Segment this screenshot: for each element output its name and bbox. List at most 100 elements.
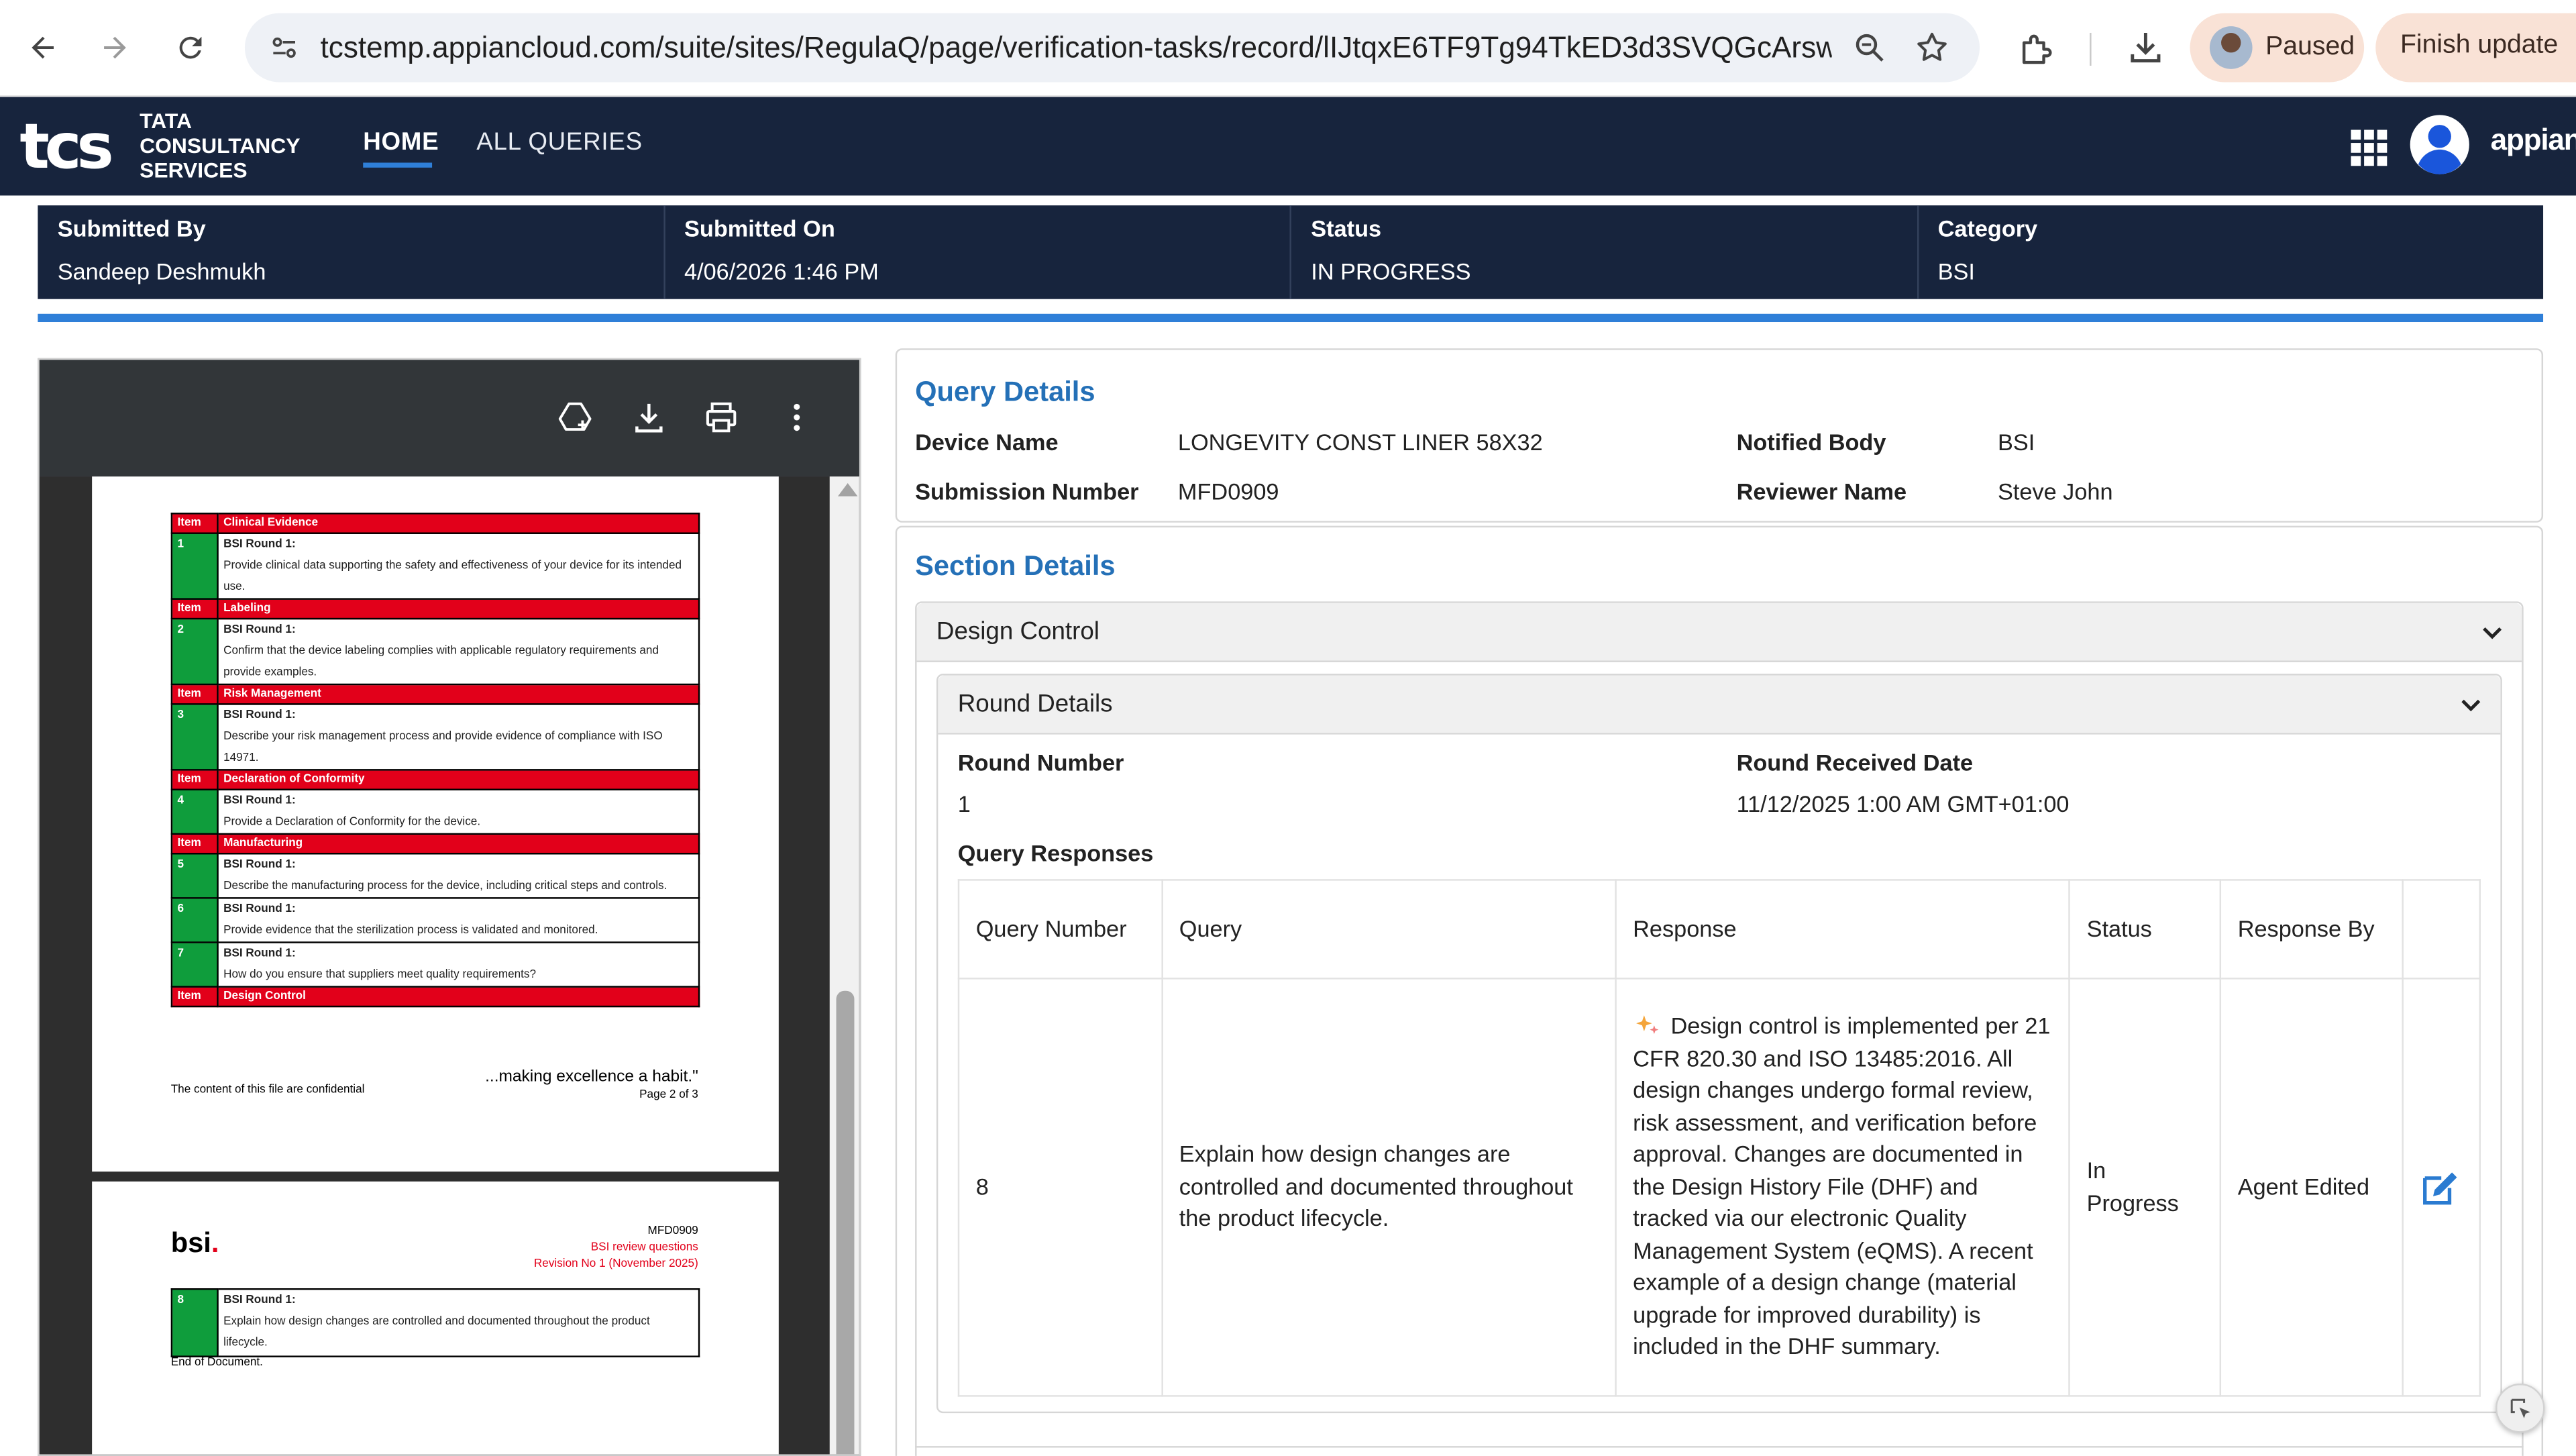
round-details-header[interactable]: Round Details (938, 675, 2501, 735)
toolbar-separator (2090, 32, 2092, 66)
forward-arrow-icon[interactable] (91, 23, 140, 72)
scroll-up-arrow-icon[interactable] (837, 483, 858, 497)
pdf-scrollbar[interactable] (829, 476, 859, 1455)
save-to-drive-icon[interactable] (557, 399, 593, 435)
apps-grid-icon[interactable] (2351, 129, 2387, 166)
active-tab-indicator (363, 162, 433, 168)
pdf-question-row: 6 BSI Round 1: Provide evidence that the s… (170, 897, 700, 943)
zoom-icon[interactable] (1851, 30, 1888, 66)
device-name-label: Device Name (915, 429, 1059, 456)
more-options-icon[interactable] (779, 399, 815, 435)
appian-logo: appian (2490, 123, 2576, 156)
company-name: TATA CONSULTANCY SERVICES (140, 108, 301, 183)
chevron-down-icon[interactable] (2459, 693, 2482, 716)
profile-paused-button[interactable]: Paused (2190, 13, 2365, 83)
extensions-icon[interactable] (2016, 30, 2055, 69)
design-control-header[interactable]: Design Control (916, 603, 2522, 662)
scrollbar-thumb[interactable] (836, 990, 855, 1455)
summary-category: Category BSI (1937, 215, 2038, 284)
cell-query-number: 8 (957, 978, 1163, 1397)
url-text[interactable]: tcstemp.appiancloud.com/suite/sites/Regu… (321, 32, 1832, 66)
bsi-logo: bsi. (170, 1227, 219, 1259)
round-date-label: Round Received Date (1736, 749, 1974, 776)
pdf-page-3: bsi. MFD0909 BSI review questions Revisi… (92, 1181, 779, 1455)
tab-all-queries[interactable]: ALL QUERIES (476, 128, 643, 156)
reload-icon[interactable] (166, 23, 215, 72)
col-response[interactable]: Response (1615, 879, 2071, 980)
pdf-section-row: Item Clinical Evidence (170, 513, 700, 534)
pdf-confidential-note: The content of this file are confidentia… (170, 1084, 365, 1096)
bookmark-star-icon[interactable] (1914, 30, 1950, 66)
pdf-question-row: 3 BSI Round 1: Describe your risk manageme… (170, 703, 700, 771)
pdf-section-row: Item Declaration of Conformity (170, 769, 700, 790)
query-details-title: Query Details (915, 376, 1095, 408)
section-details-title: Section Details (915, 550, 1116, 582)
query-details-card (895, 348, 2544, 523)
cell-status: In Progress (2068, 978, 2222, 1397)
pdf-page-number: Page 2 of 3 (639, 1089, 698, 1101)
header-divider (38, 313, 2544, 323)
col-actions (2402, 879, 2481, 980)
address-bar[interactable]: tcstemp.appiancloud.com/suite/sites/Regu… (244, 13, 1980, 83)
pdf-section-row: Item Design Control (170, 986, 700, 1008)
round-date-value: 11/12/2025 1:00 AM GMT+01:00 (1736, 790, 2070, 817)
pdf-toolbar (39, 360, 859, 477)
col-response-by[interactable]: Response By (2219, 879, 2404, 980)
pdf-section-row: Item Risk Management (170, 683, 700, 705)
site-settings-icon[interactable] (268, 32, 301, 64)
grid-header-row: Query Number Query Response Status Respo… (957, 879, 2481, 980)
pdf-question-table: 8 BSI Round 1: Explain how design changes … (170, 1288, 700, 1357)
pdf-question-table: Item Clinical Evidence 1 BSI Round 1: Provi… (170, 513, 700, 1008)
print-icon[interactable] (703, 399, 739, 435)
summary-submitted-by: Submitted By Sandeep Deshmukh (38, 205, 665, 299)
edit-icon[interactable] (2420, 1167, 2463, 1207)
downloads-icon[interactable] (2126, 28, 2165, 68)
cell-response-by: Agent Edited (2219, 978, 2404, 1397)
col-status[interactable]: Status (2068, 879, 2222, 980)
pdf-page-header: MFD0909 BSI review questions Revision No… (533, 1225, 698, 1271)
pdf-tagline: ...making excellence a habit." (485, 1068, 698, 1086)
reviewer-name-label: Reviewer Name (1736, 478, 1907, 505)
app-header: tcs TATA CONSULTANCY SERVICES HOME ALL Q… (0, 97, 2576, 196)
round-details-title[interactable]: Round Details (958, 690, 1113, 719)
cell-query: Explain how design changes are controlle… (1161, 978, 1617, 1397)
cell-actions (2402, 978, 2481, 1397)
round-number-label: Round Number (957, 749, 1124, 776)
submission-number-value: MFD0909 (1177, 478, 1279, 505)
cursor-select-icon (2510, 1398, 2530, 1418)
pdf-section-row: Item Labeling (170, 598, 700, 620)
cell-response: Design control is implemented per 21 CFR… (1615, 978, 2071, 1397)
next-section-edge (915, 1446, 2524, 1456)
pdf-question-row: 5 BSI Round 1: Describe the manufacturing … (170, 853, 700, 899)
back-arrow-icon[interactable] (18, 23, 67, 72)
pdf-question-row: 2 BSI Round 1: Confirm that the device lab… (170, 617, 700, 686)
chevron-down-icon[interactable] (2481, 621, 2504, 644)
design-control-title[interactable]: Design Control (936, 618, 1099, 646)
pdf-viewer[interactable]: Item Clinical Evidence 1 BSI Round 1: Provi… (38, 358, 861, 1456)
pdf-section-row: Item Manufacturing (170, 833, 700, 855)
query-responses-label: Query Responses (957, 839, 1154, 866)
submission-number-label: Submission Number (915, 478, 1139, 505)
pdf-page-2: Item Clinical Evidence 1 BSI Round 1: Provi… (92, 476, 779, 1172)
pdf-question-row: 4 BSI Round 1: Provide a Declaration of Co… (170, 788, 700, 835)
query-responses-grid: Query Number Query Response Status Respo… (957, 879, 2481, 1397)
pdf-end-of-document: End of Document. (170, 1357, 263, 1369)
device-name-value: LONGEVITY CONST LINER 58X32 (1177, 429, 1543, 456)
round-number-value: 1 (957, 790, 971, 817)
col-query-number[interactable]: Query Number (957, 879, 1163, 980)
ai-sparkle-icon (1635, 1015, 1659, 1035)
table-row: 8 Explain how design changes are control… (957, 978, 2481, 1397)
tab-home[interactable]: HOME (363, 128, 439, 156)
pdf-download-icon[interactable] (631, 399, 667, 435)
response-text: Design control is implemented per 21 CFR… (1633, 1012, 2051, 1359)
notified-body-label: Notified Body (1736, 429, 1886, 456)
record-summary-bar: Submitted By Sandeep Deshmukh Submitted … (38, 205, 2544, 299)
user-avatar-icon[interactable] (2408, 113, 2471, 176)
tcs-logo[interactable]: tcs (19, 110, 113, 183)
finish-update-button[interactable]: Finish update (2375, 13, 2576, 83)
col-query[interactable]: Query (1161, 879, 1617, 980)
reviewer-name-value: Steve John (1997, 478, 2113, 505)
browser-toolbar: tcstemp.appiancloud.com/suite/sites/Regu… (0, 0, 2576, 97)
summary-submitted-on: Submitted On 4/06/2026 1:46 PM (665, 205, 1291, 299)
feedback-button[interactable] (2496, 1384, 2545, 1433)
